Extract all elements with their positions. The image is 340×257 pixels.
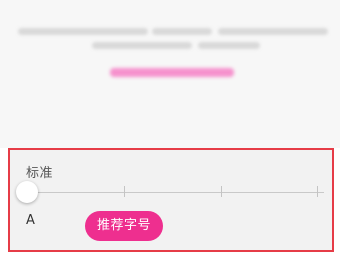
bottom-edge [0, 252, 340, 257]
recommended-size-tooltip: 推荐字号 [85, 211, 164, 241]
slider-tick[interactable] [124, 186, 125, 197]
preview-text-line [18, 28, 148, 35]
font-size-indicator: A [26, 213, 35, 228]
preview-text-line [218, 28, 328, 35]
preview-text-line [198, 42, 260, 49]
font-size-slider-track[interactable] [34, 192, 324, 193]
slider-tick[interactable] [317, 186, 318, 197]
font-size-slider-knob[interactable] [16, 181, 38, 203]
font-size-panel: 标准 A 推荐字号 [8, 148, 334, 252]
preview-text-line [92, 42, 192, 49]
font-size-settings-screen: 标准 A 推荐字号 [0, 0, 340, 257]
font-size-label: 标准 [26, 166, 54, 181]
preview-text-line [152, 28, 212, 35]
slider-tick[interactable] [221, 186, 222, 197]
preview-highlight-text [110, 68, 234, 77]
text-preview-area [0, 0, 340, 148]
